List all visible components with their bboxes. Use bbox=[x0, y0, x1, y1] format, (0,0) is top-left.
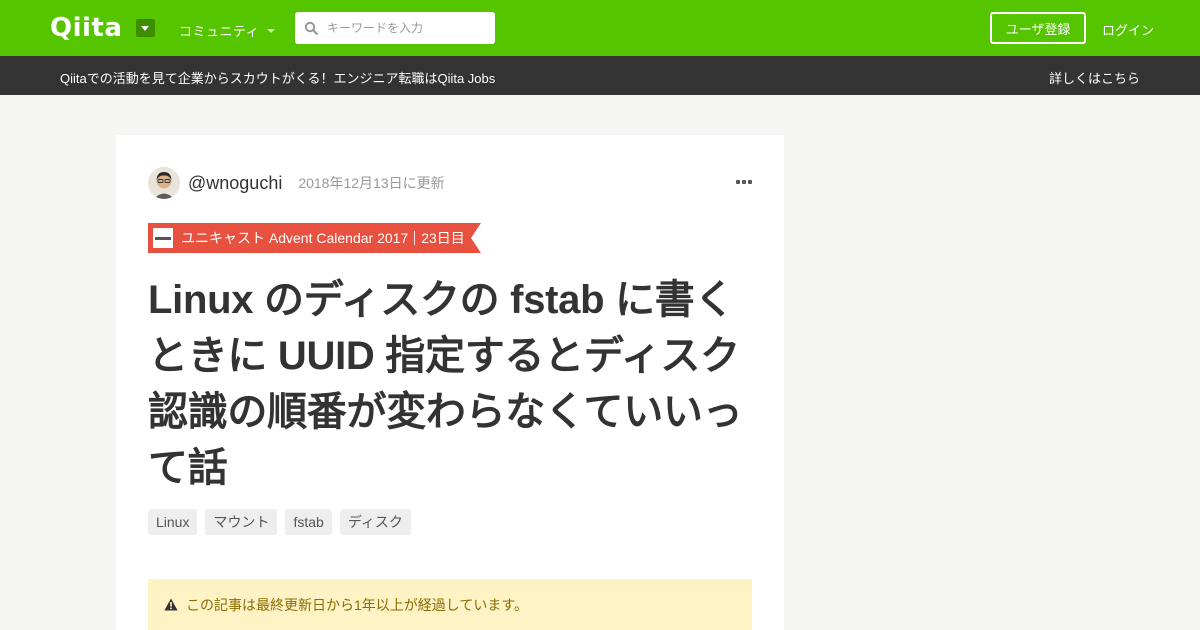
qiita-logo[interactable]: Qiita bbox=[50, 12, 122, 44]
advent-calendar-logo-icon bbox=[153, 228, 173, 248]
tag-disk[interactable]: ディスク bbox=[339, 509, 411, 535]
signup-button[interactable]: ユーザ登録 bbox=[990, 12, 1086, 44]
advent-divider bbox=[414, 231, 416, 245]
article-title: Linux のディスクの fstab に書くときに UUID 指定するとディスク… bbox=[148, 278, 743, 490]
tag-fstab[interactable]: fstab bbox=[285, 509, 332, 535]
tag-list: Linux マウント fstab ディスク bbox=[148, 509, 411, 535]
advent-ribbon-tail bbox=[470, 223, 481, 253]
author-username[interactable]: @wnoguchi bbox=[188, 173, 282, 194]
more-dot bbox=[736, 180, 740, 184]
search-input[interactable] bbox=[295, 12, 495, 44]
more-options-icon[interactable] bbox=[736, 176, 752, 188]
article-card: @wnoguchi 2018年12月13日に更新 ユニキャスト Advent C… bbox=[116, 135, 784, 630]
warning-icon bbox=[164, 598, 178, 611]
community-label: コミュニティ bbox=[179, 24, 260, 39]
updated-date: 2018年12月13日に更新 bbox=[298, 175, 445, 191]
logo-menu-chevron-down-icon[interactable] bbox=[136, 19, 155, 37]
advent-calendar-name: ユニキャスト Advent Calendar 2017 bbox=[181, 230, 409, 246]
chevron-down-icon bbox=[267, 28, 276, 33]
jobs-banner-link[interactable]: 詳しくはこちら bbox=[1049, 68, 1140, 87]
outdated-notice: この記事は最終更新日から1年以上が経過しています。 bbox=[148, 579, 752, 630]
tag-mount[interactable]: マウント bbox=[205, 509, 278, 535]
jobs-banner-text[interactable]: Qiitaでの活動を見て企業からスカウトがくる！エンジニア転職はQiita Jo… bbox=[60, 68, 495, 87]
global-header: Qiita コミュニティ ユーザ登録 ログイン bbox=[0, 0, 1200, 56]
avatar-image bbox=[148, 167, 180, 199]
advent-calendar-body: ユニキャスト Advent Calendar 2017 23日目 bbox=[148, 223, 471, 253]
author-row: @wnoguchi 2018年12月13日に更新 bbox=[148, 167, 752, 199]
jobs-banner: Qiitaでの活動を見て企業からスカウトがくる！エンジニア転職はQiita Jo… bbox=[0, 56, 1200, 95]
outdated-notice-text: この記事は最終更新日から1年以上が経過しています。 bbox=[186, 596, 528, 613]
more-dot bbox=[748, 180, 752, 184]
avatar[interactable] bbox=[148, 167, 180, 199]
tag-linux[interactable]: Linux bbox=[148, 509, 198, 535]
login-link[interactable]: ログイン bbox=[1102, 20, 1154, 39]
community-menu[interactable]: コミュニティ bbox=[179, 21, 276, 40]
advent-calendar-day: 23日目 bbox=[421, 230, 465, 246]
search-box bbox=[295, 12, 495, 44]
search-icon bbox=[304, 21, 318, 35]
advent-calendar-badge[interactable]: ユニキャスト Advent Calendar 2017 23日目 bbox=[148, 223, 481, 253]
more-dot bbox=[742, 180, 746, 184]
